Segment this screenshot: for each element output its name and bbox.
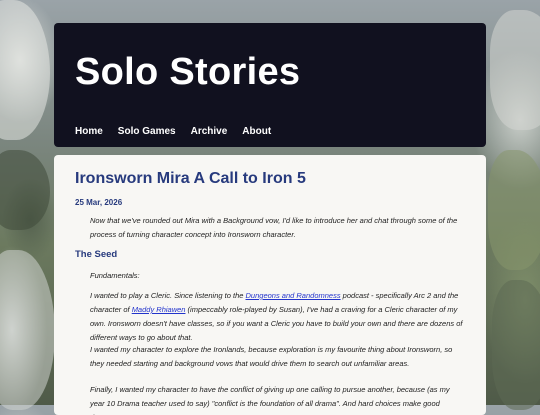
post-title[interactable]: Ironsworn Mira A Call to Iron 5 xyxy=(75,170,306,188)
post-date: 25 Mar, 2026 xyxy=(75,198,123,207)
main-nav: Home Solo Games Archive About xyxy=(75,126,271,137)
intro-paragraph: Now that we've rounded out Mira with a B… xyxy=(90,216,458,239)
explore-paragraph: I wanted my character to explore the Iro… xyxy=(90,345,453,368)
background-rock xyxy=(0,150,50,230)
dungeons-and-randomness-link[interactable]: Dungeons and Randomness xyxy=(246,291,341,300)
background-rock xyxy=(488,150,540,270)
nav-solo-games[interactable]: Solo Games xyxy=(118,126,176,137)
cleric-paragraph: I wanted to play a Cleric. Since listeni… xyxy=(90,289,464,345)
section-heading: The Seed xyxy=(75,249,118,260)
nav-home[interactable]: Home xyxy=(75,126,103,137)
background-rock xyxy=(490,10,540,130)
site-header: Solo Stories Home Solo Games Archive Abo… xyxy=(54,23,486,147)
nav-about[interactable]: About xyxy=(242,126,271,137)
background-rock xyxy=(0,250,55,410)
cleric-text-start: I wanted to play a Cleric. Since listeni… xyxy=(90,291,246,300)
site-title[interactable]: Solo Stories xyxy=(75,51,300,94)
background-rock xyxy=(492,280,540,410)
maddy-rhiawen-link[interactable]: Maddy Rhiawen xyxy=(132,305,186,314)
nav-archive[interactable]: Archive xyxy=(191,126,228,137)
fundamentals-label: Fundamentals: xyxy=(90,271,140,280)
background-rock xyxy=(0,0,50,140)
post-content: Ironsworn Mira A Call to Iron 5 25 Mar, … xyxy=(54,155,486,415)
conflict-paragraph: Finally, I wanted my character to have t… xyxy=(90,385,450,415)
